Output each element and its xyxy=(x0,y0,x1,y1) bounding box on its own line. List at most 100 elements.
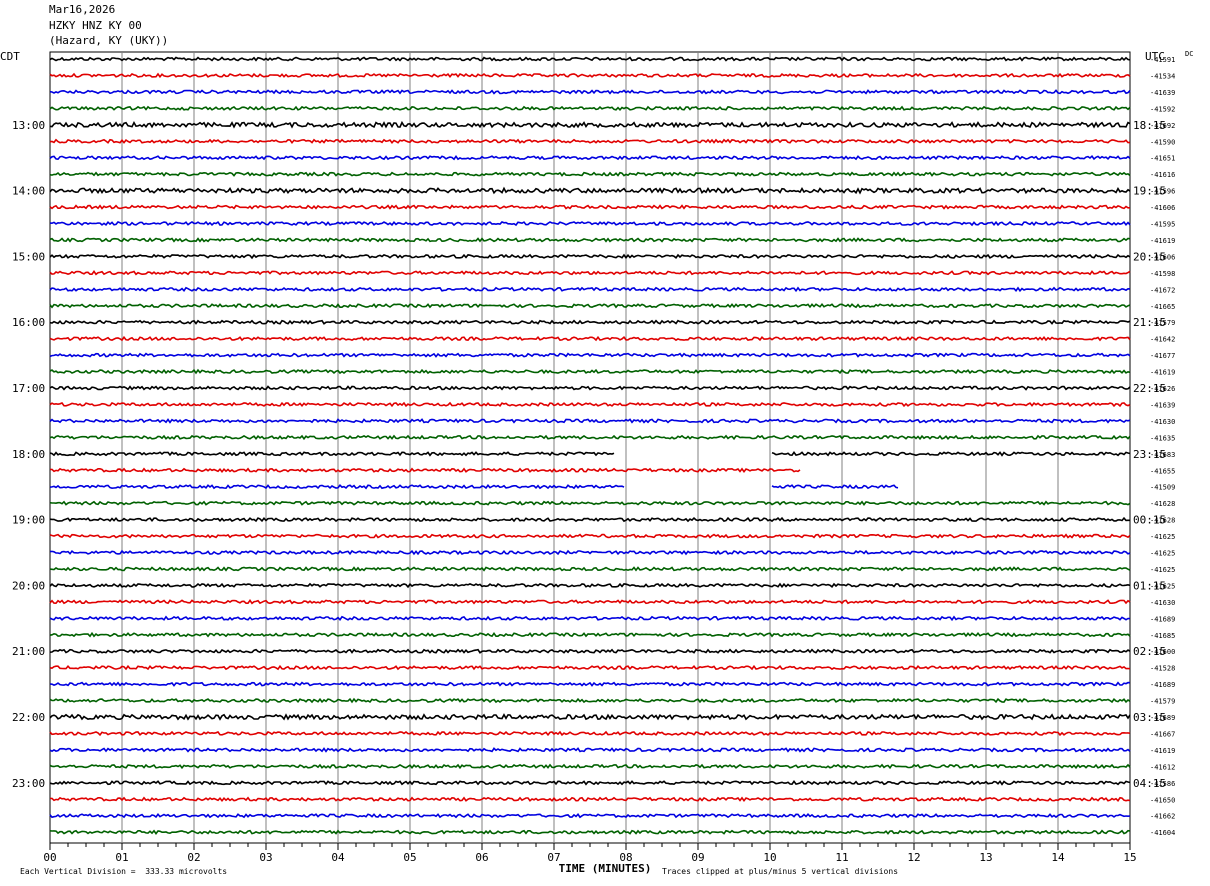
right-hour-label: 01:15 xyxy=(1133,579,1166,592)
dc-offset-label: -41619 xyxy=(1150,369,1175,377)
right-timezone-label: UTC xyxy=(1145,50,1165,63)
left-hour-label: 15:00 xyxy=(12,250,45,263)
right-hour-label: 20:15 xyxy=(1133,250,1166,263)
left-hour-label: 18:00 xyxy=(12,448,45,461)
left-hour-label: 14:00 xyxy=(12,185,45,198)
seismogram-chart: -41591-41534-41639-41592-41692-41590-416… xyxy=(0,50,1193,864)
trace-line xyxy=(49,253,1131,260)
dc-offset-label: -41650 xyxy=(1150,796,1175,804)
plot-frame xyxy=(49,51,1131,844)
trace-line xyxy=(49,171,1131,177)
trace-line xyxy=(49,730,1131,737)
left-hour-label: 21:00 xyxy=(12,645,45,658)
dc-offset-label: -41672 xyxy=(1150,286,1175,294)
right-hour-label: 04:15 xyxy=(1133,777,1166,790)
trace-line xyxy=(49,72,1131,79)
trace-line xyxy=(49,549,1131,556)
trace-line xyxy=(49,467,801,474)
dc-offset-label: -41612 xyxy=(1150,763,1175,771)
dc-offset-label: -41689 xyxy=(1150,615,1175,623)
dc-offset-label: -41619 xyxy=(1150,747,1175,755)
left-hour-label: 16:00 xyxy=(12,316,45,329)
dc-label: DC xyxy=(1185,50,1193,58)
dc-offset-label: -41689 xyxy=(1150,681,1175,689)
trace-line xyxy=(49,319,1131,325)
right-hour-label: 03:15 xyxy=(1133,711,1166,724)
dc-offset-label: -41639 xyxy=(1150,401,1175,409)
trace-line xyxy=(49,615,1131,622)
dc-offset-label: -41642 xyxy=(1150,336,1175,344)
dc-offset-label: -41662 xyxy=(1150,813,1175,821)
trace-line xyxy=(49,763,1131,770)
right-hour-label: 21:15 xyxy=(1133,316,1166,329)
trace-line xyxy=(49,483,899,490)
trace-line xyxy=(49,105,1131,111)
dc-offset-label: -41625 xyxy=(1150,533,1175,541)
trace-line xyxy=(49,813,1131,819)
trace-line xyxy=(49,664,1131,671)
trace-line xyxy=(49,270,1131,276)
left-hour-label: 13:00 xyxy=(12,119,45,132)
dc-offset-label: -41651 xyxy=(1150,155,1175,163)
trace-line xyxy=(49,780,1131,786)
trace-line xyxy=(49,186,1131,195)
trace-line xyxy=(49,286,1131,293)
dc-offset-label: -41630 xyxy=(1150,599,1175,607)
dc-offset-label: -41604 xyxy=(1150,829,1175,837)
scale-note: Each Vertical Division = 333.33 microvol… xyxy=(20,867,228,876)
trace-line xyxy=(49,220,1131,227)
trace-line xyxy=(49,533,1131,539)
clip-note: Traces clipped at plus/minus 5 vertical … xyxy=(662,867,899,876)
left-timezone-label: CDT xyxy=(0,50,20,63)
right-hour-label: 00:15 xyxy=(1133,514,1166,527)
dc-offset-label: -41665 xyxy=(1150,303,1175,311)
dc-offset-label: -41590 xyxy=(1150,138,1175,146)
dc-offset-label: -41625 xyxy=(1150,550,1175,558)
trace-line xyxy=(49,120,1131,129)
trace-line xyxy=(49,335,1131,342)
dc-offset-label: -41635 xyxy=(1150,434,1175,442)
trace-line xyxy=(49,796,1131,803)
trace-line xyxy=(49,155,1131,161)
dc-offset-label: -41595 xyxy=(1150,221,1175,229)
dc-offset-label: -41606 xyxy=(1150,204,1175,212)
trace-line xyxy=(49,648,1131,654)
trace-line xyxy=(49,582,1131,589)
trace-line xyxy=(49,516,1130,523)
trace-line xyxy=(49,385,1131,391)
trace-line xyxy=(49,500,1131,506)
dc-offset-label: -41619 xyxy=(1150,237,1175,245)
trace-line xyxy=(49,566,1131,572)
dc-offset-label: -41625 xyxy=(1150,566,1175,574)
dc-offset-label: -41579 xyxy=(1150,698,1175,706)
dc-offset-label: -41592 xyxy=(1150,105,1175,113)
trace-line xyxy=(49,713,1131,721)
dc-offset-label: -41509 xyxy=(1150,484,1175,492)
trace-line xyxy=(49,368,1131,375)
trace-line xyxy=(49,697,1131,704)
trace-line xyxy=(49,631,1131,638)
right-hour-label: 23:15 xyxy=(1133,448,1166,461)
right-hour-label: 02:15 xyxy=(1133,645,1166,658)
dc-offset-label: -41534 xyxy=(1150,72,1175,80)
dc-offset-label: -41630 xyxy=(1150,418,1175,426)
trace-line xyxy=(49,418,1131,424)
trace-line xyxy=(49,352,1131,358)
left-hour-label: 22:00 xyxy=(12,711,45,724)
trace-line xyxy=(49,599,1131,605)
right-hour-label: 19:15 xyxy=(1133,185,1166,198)
left-hour-label: 20:00 xyxy=(12,579,45,592)
dc-offset-label: -41639 xyxy=(1150,89,1175,97)
trace-line xyxy=(49,747,1131,753)
left-hour-label: 19:00 xyxy=(12,514,45,527)
trace-line xyxy=(49,138,1131,144)
right-hour-label: 22:15 xyxy=(1133,382,1166,395)
trace-line xyxy=(49,681,1131,687)
trace-line xyxy=(49,451,1131,457)
dc-offset-label: -41655 xyxy=(1150,467,1175,475)
trace-line xyxy=(49,434,1131,441)
trace-line xyxy=(49,237,1131,243)
left-hour-label: 23:00 xyxy=(12,777,45,790)
left-hour-label: 17:00 xyxy=(12,382,45,395)
trace-line xyxy=(49,829,1131,835)
